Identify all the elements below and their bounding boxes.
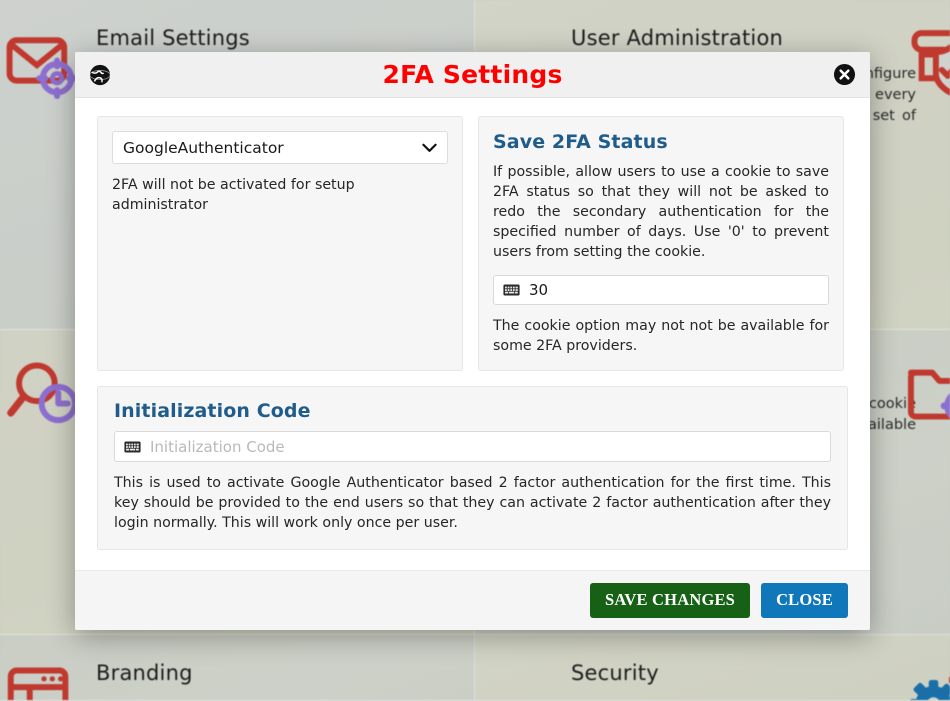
magnifier-clock-icon [7, 362, 78, 424]
close-button[interactable]: CLOSE [761, 582, 848, 619]
init-code-field[interactable] [114, 431, 831, 462]
bg-card-title: User Administration [571, 26, 784, 50]
provider-select-value: GoogleAuthenticator [123, 138, 284, 157]
save-status-description: If possible, allow users to use a cookie… [493, 164, 829, 260]
keyboard-icon [503, 284, 520, 296]
init-code-description: This is used to activate Google Authenti… [114, 475, 831, 531]
provider-select[interactable]: GoogleAuthenticator [112, 131, 448, 164]
save-status-note: The cookie option may not not be availab… [493, 318, 829, 354]
keyboard-icon [124, 440, 141, 453]
bg-card-security: Security Security related settings like … [475, 635, 950, 701]
save-status-panel: Save 2FA Status If possible, allow users… [478, 116, 844, 371]
provider-helper-text: 2FA will not be activated for setup admi… [112, 177, 355, 213]
bg-card-title: Security [571, 661, 659, 685]
save-status-heading: Save 2FA Status [493, 131, 668, 153]
folder-gear-icon [907, 369, 950, 420]
init-code-heading: Initialization Code [114, 400, 311, 422]
bg-card-branding: Branding Various branding options that a… [0, 635, 475, 701]
screen: Email Settings Select mailing method, au… [0, 0, 950, 701]
dialog-body: GoogleAuthenticator 2FA will not be acti… [75, 98, 870, 570]
gears-icon [910, 676, 950, 700]
provider-panel: GoogleAuthenticator 2FA will not be acti… [97, 116, 463, 371]
save-status-field[interactable] [493, 275, 829, 305]
save-changes-button[interactable]: SAVE CHANGES [590, 582, 751, 619]
dialog-footer: SAVE CHANGES CLOSE [75, 570, 870, 630]
close-circle-icon[interactable] [833, 63, 856, 86]
bg-card-title: Email Settings [96, 26, 250, 50]
globe-icon [89, 64, 111, 85]
dialog-title: 2FA Settings [382, 60, 563, 89]
init-code-panel: Initialization Code Initialization Code … [97, 386, 848, 550]
user-shield-icon [911, 30, 950, 96]
init-code-input[interactable] [150, 437, 821, 456]
dialog-header: 2FA Settings [75, 52, 870, 98]
browser-tag-icon [7, 667, 69, 700]
two-fa-settings-dialog: 2FA Settings GoogleAuthenticator 2FA wil… [75, 52, 870, 630]
envelope-gear-icon [6, 37, 78, 100]
chevron-down-icon [422, 143, 437, 152]
save-status-input[interactable] [529, 281, 819, 299]
bg-card-title: Branding [96, 661, 193, 685]
